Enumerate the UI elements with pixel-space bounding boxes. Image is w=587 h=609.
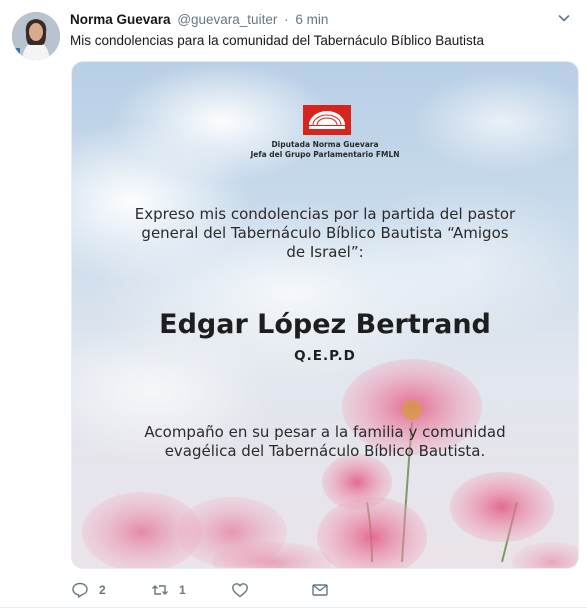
- logo-line-1: Diputada Norma Guevara: [271, 140, 379, 149]
- retweet-icon: [152, 585, 168, 595]
- divider: [0, 607, 587, 608]
- fmln-logo-icon: [303, 105, 351, 135]
- message-line: de Israel”:: [286, 243, 364, 261]
- message-line: Expreso mis condolencias por la partida …: [134, 205, 516, 223]
- closing-message: Acompaño en su pesar a la familia y comu…: [112, 423, 538, 461]
- author-handle[interactable]: @guevara_tuiter: [177, 12, 277, 27]
- condolence-message: Expreso mis condolencias por la partida …: [112, 205, 538, 262]
- message-line: general del Tabernáculo Bíblico Bautista…: [141, 224, 509, 242]
- closing-line: evagélica del Tabernáculo Bíblico Bautis…: [164, 442, 486, 460]
- qepd-text: Q.E.P.D: [294, 348, 356, 364]
- tweet-text: Mis condolencias para la comunidad del T…: [70, 33, 484, 48]
- deceased-name: Edgar López Bertrand: [159, 309, 491, 340]
- tweet: Norma Guevara @guevara_tuiter · 6 min Mi…: [0, 0, 587, 609]
- reply-button[interactable]: 2: [71, 580, 106, 600]
- avatar-image: [12, 12, 60, 60]
- like-icon: [232, 583, 248, 598]
- like-button[interactable]: [231, 580, 259, 600]
- tweet-image[interactable]: Diputada Norma Guevara Jefa del Grupo Pa…: [71, 61, 579, 569]
- avatar[interactable]: [12, 12, 60, 60]
- separator-dot: ·: [284, 12, 289, 27]
- direct-message-button[interactable]: [311, 580, 329, 600]
- tweet-header: Norma Guevara @guevara_tuiter · 6 min: [70, 11, 328, 29]
- reply-count: 2: [99, 583, 106, 597]
- chevron-down-icon[interactable]: [558, 12, 570, 24]
- tweet-timestamp[interactable]: 6 min: [295, 12, 328, 27]
- retweet-button[interactable]: 1: [151, 580, 186, 600]
- author-name[interactable]: Norma Guevara: [70, 12, 171, 27]
- reply-icon: [72, 582, 88, 598]
- retweet-count: 1: [179, 583, 186, 597]
- closing-line: Acompaño en su pesar a la familia y comu…: [144, 423, 506, 441]
- logo-line-2: Jefa del Grupo Parlamentario FMLN: [250, 150, 400, 159]
- message-icon: [312, 584, 328, 596]
- tweet-actions: 2 1: [71, 580, 371, 600]
